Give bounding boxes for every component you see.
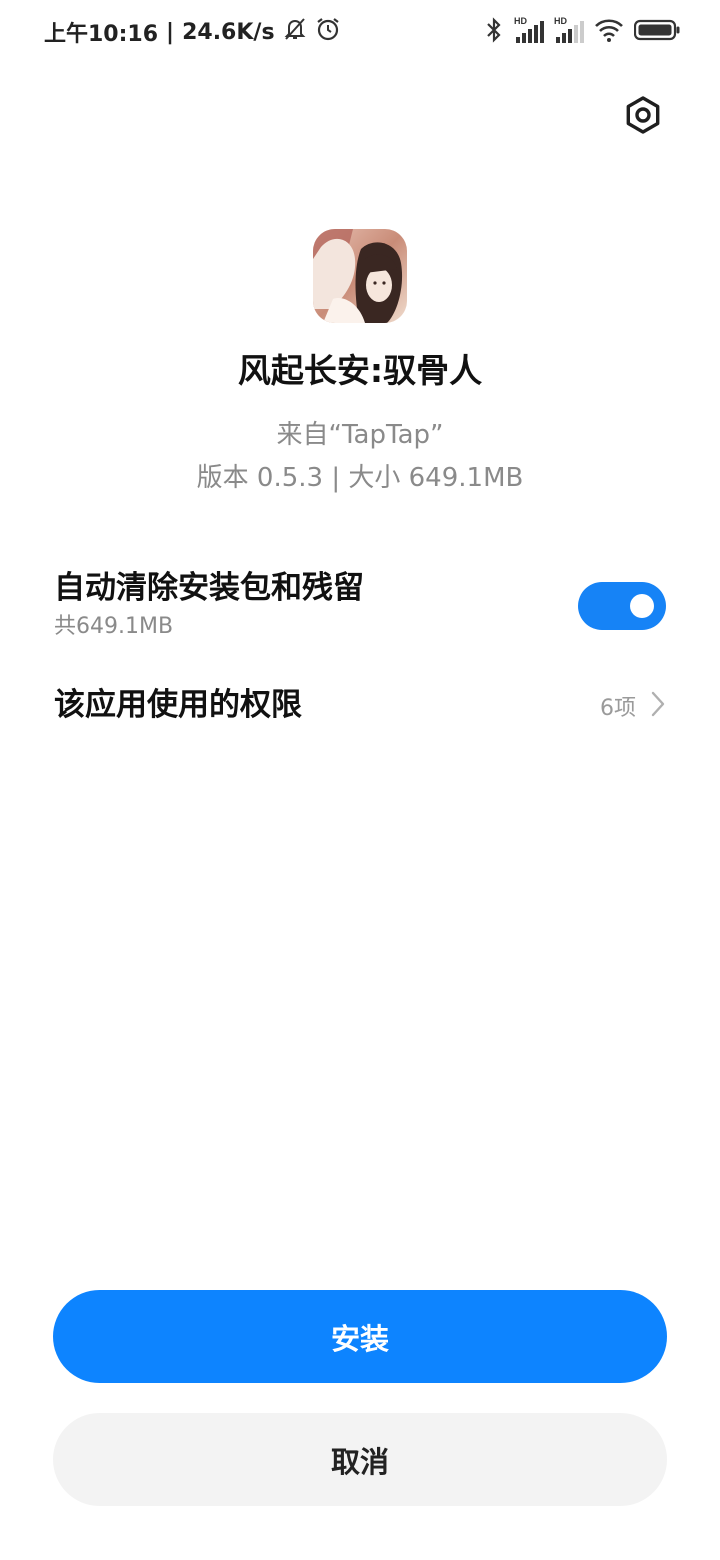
bluetooth-icon [484,16,504,48]
status-left: 上午10:16 | 24.6K/s [44,14,341,50]
install-button[interactable]: 安装 [53,1290,667,1383]
signal-hd-icon: HD [514,15,544,49]
auto-cleanup-title: 自动清除安装包和残留 [54,570,364,606]
status-separator: | [166,19,175,45]
permissions-right: 6项 [600,682,666,730]
install-screen: 上午10:16 | 24.6K/s HD HD 风起长安:驭骨人 来自“TapT… [0,0,720,1560]
alarm-icon [315,16,341,48]
permissions-row[interactable]: 该应用使用的权限 6项 [54,682,666,730]
network-speed: 24.6K/s [182,19,275,45]
status-bar: 上午10:16 | 24.6K/s HD HD [0,0,720,64]
status-right: HD HD [484,14,680,50]
settings-button[interactable] [620,94,666,140]
signal-hd-icon: HD [554,15,584,49]
permissions-title: 该应用使用的权限 [54,687,302,723]
auto-cleanup-toggle[interactable] [578,582,666,630]
cancel-button[interactable]: 取消 [53,1413,667,1506]
app-source: 来自“TapTap” [276,420,444,450]
status-time: 上午10:16 [44,22,159,47]
app-icon [313,229,407,323]
svg-text:HD: HD [554,16,567,26]
battery-icon [633,18,680,46]
app-name: 风起长安:驭骨人 [237,351,483,390]
mute-bell-icon [283,16,307,48]
toggle-knob [630,594,654,618]
app-version-size: 版本 0.5.3 | 大小 649.1MB [196,463,524,493]
svg-text:HD: HD [514,16,527,26]
auto-cleanup-row[interactable]: 自动清除安装包和残留 共649.1MB [54,565,666,649]
permissions-count: 6项 [600,696,636,721]
wifi-icon [594,17,624,47]
chevron-right-icon [650,690,666,722]
auto-cleanup-size: 共649.1MB [54,614,174,639]
settings-gear-icon [623,95,663,139]
